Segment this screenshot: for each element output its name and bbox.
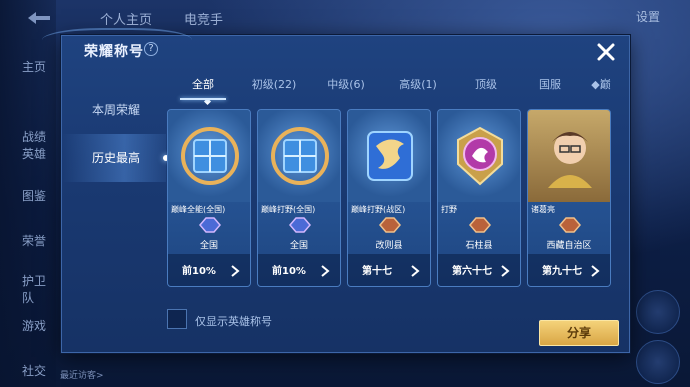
title-rank: 前10% bbox=[272, 266, 306, 277]
dragon-logo-icon bbox=[367, 131, 413, 181]
badge-icon bbox=[469, 217, 491, 233]
chevron-right-icon bbox=[411, 265, 420, 277]
blue-box-icon bbox=[271, 127, 329, 185]
badge-icon bbox=[289, 217, 311, 233]
filter-tab-peak[interactable]: ◆巅 bbox=[582, 74, 620, 100]
modal-title: 荣耀称号 bbox=[84, 44, 144, 60]
title-rank: 第六十七 bbox=[452, 266, 492, 277]
blue-box-icon bbox=[181, 127, 239, 185]
badge-icon bbox=[379, 217, 401, 233]
recent-visitors[interactable]: 最近访客> bbox=[60, 368, 104, 381]
title-card[interactable]: 巅峰全能(全国) 全国 前10% bbox=[167, 109, 251, 287]
active-dot-icon bbox=[203, 97, 212, 106]
honor-title-modal: 荣耀称号 ? 本周荣耀 历史最高 全部 初级(22) 中级(6) 高级(1) 顶… bbox=[42, 28, 631, 353]
nav-item-record[interactable]: 战绩 bbox=[22, 128, 46, 145]
title-region: 全国 bbox=[199, 241, 218, 251]
purple-crest-icon bbox=[457, 126, 503, 186]
switch-hero-button[interactable] bbox=[636, 340, 680, 384]
chevron-right-icon bbox=[591, 265, 600, 277]
filter-tab-all-label: 全部 bbox=[192, 78, 214, 91]
nav-item-home[interactable]: 主页 bbox=[22, 58, 46, 75]
filter-tab-beginner[interactable]: 初级(22) bbox=[238, 74, 310, 100]
close-icon[interactable] bbox=[595, 41, 617, 63]
title-card-list: 巅峰全能(全国) 全国 前10% 巅峰打野(全国) 全国 前10% 巅峰打野(战… bbox=[167, 109, 631, 289]
filter-tab-all[interactable]: 全部 bbox=[168, 74, 238, 106]
chevron-right-icon bbox=[501, 265, 510, 277]
share-button[interactable]: 分享 bbox=[539, 320, 619, 346]
nav-item-guard[interactable]: 护卫队 bbox=[22, 272, 56, 306]
model-button[interactable] bbox=[636, 290, 680, 334]
bg-tab-profile[interactable]: 个人主页 bbox=[100, 9, 152, 28]
filter-tab-advanced[interactable]: 高级(1) bbox=[382, 74, 454, 100]
nav-item-honor[interactable]: 荣誉 bbox=[22, 232, 46, 249]
title-rank: 前10% bbox=[182, 266, 216, 277]
nav-item-game[interactable]: 游戏 bbox=[22, 317, 46, 334]
filter-tabs: 全部 初级(22) 中级(6) 高级(1) 顶级 国服 ◆巅 bbox=[168, 74, 620, 106]
filter-tab-national[interactable]: 国服 bbox=[518, 74, 582, 100]
title-card[interactable]: 巅峰打野(战区) 改则县 第十七 bbox=[347, 109, 431, 287]
title-card[interactable]: 诸葛亮 西藏自治区 第九十七 bbox=[527, 109, 611, 287]
chevron-right-icon bbox=[231, 265, 240, 277]
badge-icon bbox=[199, 217, 221, 233]
help-icon[interactable]: ? bbox=[144, 42, 158, 56]
settings-label[interactable]: 设置 bbox=[636, 8, 660, 25]
back-arrow-icon[interactable] bbox=[24, 10, 54, 26]
title-region: 全国 bbox=[289, 241, 308, 251]
title-rank: 第九十七 bbox=[542, 266, 582, 277]
title-rank: 第十七 bbox=[362, 266, 392, 277]
title-region: 改则县 bbox=[375, 241, 403, 251]
chevron-right-icon bbox=[321, 265, 330, 277]
nav-item-atlas[interactable]: 图鉴 bbox=[22, 187, 46, 204]
title-name: 诸葛亮 bbox=[531, 205, 555, 214]
side-tabs: 本周荣耀 历史最高 bbox=[62, 86, 169, 182]
side-tab-history-best[interactable]: 历史最高 bbox=[62, 134, 169, 182]
title-region: 石柱县 bbox=[465, 241, 493, 251]
hero-only-checkbox[interactable] bbox=[167, 309, 187, 329]
side-tab-weekly[interactable]: 本周荣耀 bbox=[62, 86, 166, 134]
title-name: 打野 bbox=[441, 205, 457, 214]
nav-item-social[interactable]: 社交 bbox=[22, 362, 46, 379]
hero-portrait bbox=[548, 132, 592, 188]
nav-item-hero[interactable]: 英雄 bbox=[22, 145, 46, 162]
title-card[interactable]: 巅峰打野(全国) 全国 前10% bbox=[257, 109, 341, 287]
title-card[interactable]: 打野 石柱县 第六十七 bbox=[437, 109, 521, 287]
filter-tab-intermediate[interactable]: 中级(6) bbox=[310, 74, 382, 100]
bg-tab-esports[interactable]: 电竞手 bbox=[184, 9, 223, 28]
title-region: 西藏自治区 bbox=[546, 241, 592, 251]
badge-icon bbox=[559, 217, 581, 233]
filter-tab-top[interactable]: 顶级 bbox=[454, 74, 518, 100]
hero-only-label: 仅显示英雄称号 bbox=[195, 315, 272, 328]
background-sidebar: 主页 战绩 英雄 图鉴 荣誉 护卫队 游戏 社交 bbox=[0, 0, 56, 387]
